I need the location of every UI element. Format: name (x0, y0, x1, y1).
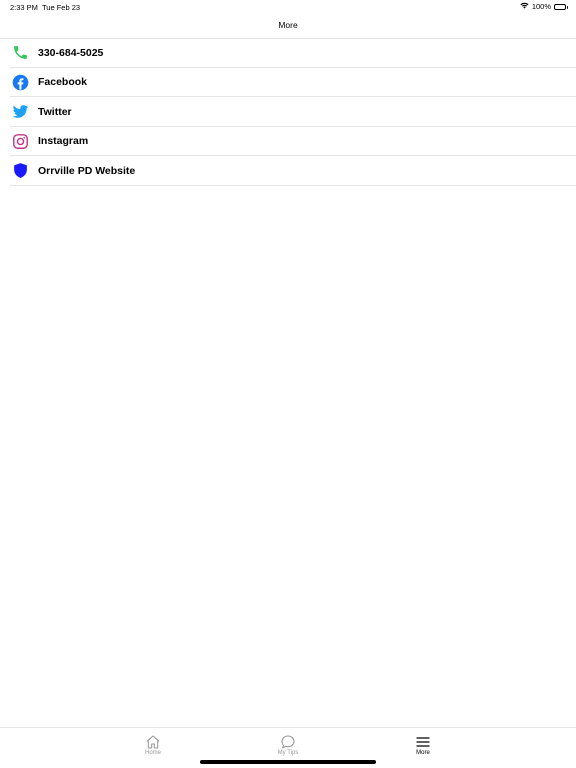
list-item-label: 330-684-5025 (38, 46, 104, 59)
tab-home[interactable]: Home (123, 730, 183, 756)
status-indicators: 100% (520, 2, 568, 11)
wifi-icon (520, 2, 529, 11)
twitter-icon (12, 103, 29, 120)
home-indicator (200, 760, 376, 764)
shield-icon (12, 162, 29, 179)
status-time: 2:33 PM (10, 3, 38, 12)
list-item-label: Facebook (38, 76, 88, 89)
facebook-icon (12, 74, 29, 91)
list-item-phone[interactable]: 330-684-5025 (0, 38, 576, 68)
home-icon (123, 730, 183, 750)
list-item-twitter[interactable]: Twitter (0, 97, 576, 127)
status-bar: 2:33 PM Tue Feb 23 100% (0, 0, 576, 14)
screen: 2:33 PM Tue Feb 23 100% More 330-684-502 (0, 0, 576, 768)
tab-label: Home (144, 750, 161, 756)
list-item-facebook[interactable]: Facebook (0, 68, 576, 98)
tab-label: More (416, 750, 430, 756)
tab-my-tips[interactable]: My Tips (258, 730, 318, 756)
status-date: Tue Feb 23 (42, 3, 81, 12)
list-item-instagram[interactable]: Instagram (0, 127, 576, 157)
tab-more[interactable]: More (393, 730, 453, 756)
tab-label: My Tips (277, 750, 299, 756)
battery-percent: 100% (531, 2, 551, 11)
menu-icon (393, 730, 453, 750)
list-item-label: Instagram (38, 135, 89, 148)
instagram-icon (12, 133, 29, 150)
list-item-label: Orrville PD Website (38, 164, 136, 177)
phone-icon (12, 44, 29, 61)
list-item-website[interactable]: Orrville PD Website (0, 156, 576, 186)
more-list: 330-684-5025 Facebook Twitter Instagram … (0, 38, 576, 186)
list-item-label: Twitter (38, 105, 72, 118)
chat-bubble-icon (258, 730, 318, 750)
battery-icon (554, 3, 568, 10)
page-title: More (278, 20, 298, 30)
